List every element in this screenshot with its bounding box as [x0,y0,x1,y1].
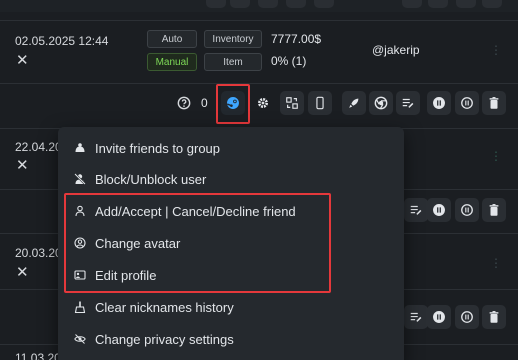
top-action-button[interactable] [230,0,250,8]
pause-icon [433,97,445,109]
trash-icon [489,204,499,216]
close-icon[interactable]: ✕ [16,265,29,280]
swap-button[interactable] [280,91,304,115]
more-icon[interactable]: ⋮ [490,43,502,57]
trash-button[interactable] [482,198,506,222]
row-datetime: 02.05.2025 12:44 [15,34,109,48]
pause-button[interactable] [427,305,451,329]
phone-icon [316,96,324,110]
help-circle-icon[interactable] [174,93,194,113]
row-datetime: 11.03.20 [15,351,61,360]
top-action-button[interactable] [482,0,502,8]
username: @jakerip [372,43,420,57]
gear-icon[interactable] [253,93,273,113]
trash-button[interactable] [482,305,506,329]
inventory-tag[interactable]: Inventory [204,30,262,48]
top-action-button[interactable] [314,0,334,8]
percent-value: 0% (1) [271,54,307,68]
more-icon[interactable]: ⋮ [490,149,502,163]
rocket-button[interactable] [342,91,366,115]
menu-item-block-user[interactable]: Block/Unblock user [58,164,404,194]
pause-icon [461,97,473,109]
pause-button[interactable] [427,198,451,222]
swap-icon [286,97,298,109]
list-edit-icon [410,205,422,215]
pause-outline-button[interactable] [455,91,479,115]
menu-item-clear-nicknames[interactable]: Clear nicknames history [58,292,404,322]
top-action-button[interactable] [402,0,422,8]
mode-auto-tag[interactable]: Auto [147,30,197,48]
top-action-button[interactable] [428,0,448,8]
top-action-button[interactable] [456,0,476,8]
mode-manual-tag[interactable]: Manual [147,53,197,71]
item-tag[interactable]: Item [204,53,262,71]
trash-button[interactable] [482,91,506,115]
pause-icon [433,204,445,216]
eye-off-icon [74,333,86,345]
top-action-button[interactable] [206,0,226,8]
chrome-button[interactable] [369,91,393,115]
trash-icon [489,311,499,323]
pause-icon [433,311,445,323]
group-icon [74,142,86,154]
action-counter: 0 [201,96,208,110]
pause-icon [461,311,473,323]
menu-item-label: Change privacy settings [95,331,234,347]
chrome-icon [374,96,388,110]
phone-button[interactable] [308,91,332,115]
top-toolbar-partial [0,0,518,12]
row-datetime: 22.04.20 [15,140,62,154]
list-edit-button[interactable] [396,91,420,115]
list-edit-button[interactable] [404,198,428,222]
list-edit-icon [402,98,414,108]
rocket-icon [349,98,359,108]
user-block-icon [74,173,86,185]
pause-outline-button[interactable] [455,198,479,222]
pause-icon [461,204,473,216]
close-icon[interactable]: ✕ [16,53,29,68]
row-datetime: 20.03.20 [15,246,62,260]
top-action-button[interactable] [258,0,278,8]
menu-item-privacy-settings[interactable]: Change privacy settings [58,324,404,354]
trash-icon [489,97,499,109]
menu-item-label: Block/Unblock user [95,171,207,187]
list-edit-icon [410,312,422,322]
top-action-button[interactable] [286,0,306,8]
balance-value: 7777.00$ [271,32,322,46]
broom-icon [74,301,86,313]
highlight-box-menu [64,193,331,293]
menu-item-invite-friends[interactable]: Invite friends to group [58,133,404,163]
menu-item-label: Invite friends to group [95,140,221,156]
close-icon[interactable]: ✕ [16,158,29,173]
more-icon[interactable]: ⋮ [490,256,502,270]
pause-button[interactable] [427,91,451,115]
pause-outline-button[interactable] [455,305,479,329]
menu-item-label: Clear nicknames history [95,299,234,315]
highlight-box-steam [216,84,250,124]
list-edit-button[interactable] [404,305,428,329]
